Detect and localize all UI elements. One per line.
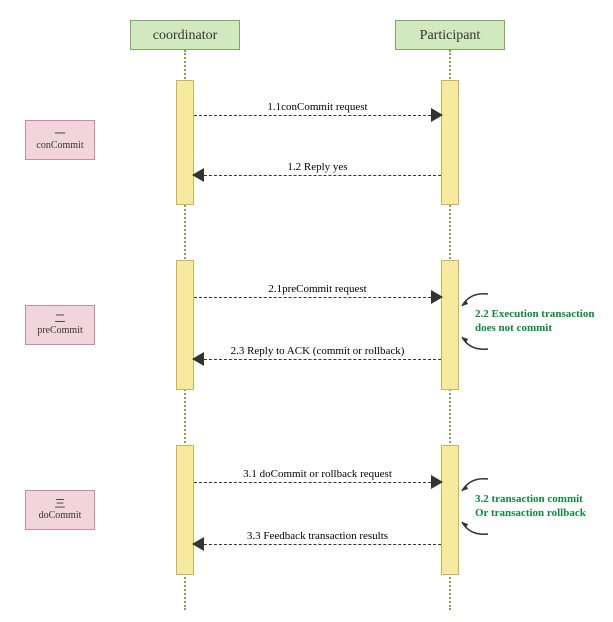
arrow-left-icon [192,168,204,182]
arrow-left-icon [192,537,204,551]
msg-label-2-1: 2.1preCommit request [264,283,370,295]
actor-participant: Participant [395,20,505,50]
msg-line [194,359,441,360]
arrow-right-icon [431,290,443,304]
activation-part-3 [441,445,459,575]
phase-box-precommit: 二 preCommit [25,305,95,345]
phase-num-2: 二 [55,313,66,325]
activation-part-2 [441,260,459,390]
msg-label-2-3: 2.3 Reply to ACK (commit or rollback) [227,345,409,357]
msg-label-1-1: 1.1conCommit request [263,101,371,113]
note-2-2-line2: does not commit [475,322,552,334]
activation-coord-1 [176,80,194,205]
arrow-left-icon [192,352,204,366]
msg-2-1: 2.1preCommit request [194,290,441,304]
phase-box-concommit: 一 conCommit [25,120,95,160]
msg-label-3-3: 3.3 Feedback transaction results [243,530,392,542]
msg-line [194,175,441,176]
phase-label-1: conCommit [36,140,83,152]
msg-line [194,115,441,116]
note-2-2-line1: 2.2 Execution transaction [475,308,594,320]
msg-1-1: 1.1conCommit request [194,108,441,122]
msg-label-1-2: 1.2 Reply yes [283,161,351,173]
msg-line [194,544,441,545]
msg-label-3-1: 3.1 doCommit or rollback request [239,468,396,480]
activation-coord-2 [176,260,194,390]
note-arrow-icon [460,290,490,308]
note-arrow-icon [460,335,490,353]
note-3-2-line1: 3.2 transaction commit [475,493,583,505]
arrow-right-icon [431,108,443,122]
note-2-2: 2.2 Execution transaction does not commi… [475,307,605,335]
activation-coord-3 [176,445,194,575]
phase-label-2: preCommit [37,325,83,337]
msg-3-3: 3.3 Feedback transaction results [194,537,441,551]
msg-1-2: 1.2 Reply yes [194,168,441,182]
note-arrow-icon [460,520,490,538]
phase-label-3: doCommit [39,510,82,522]
msg-line [194,482,441,483]
msg-3-1: 3.1 doCommit or rollback request [194,475,441,489]
phase-num-3: 三 [55,498,66,510]
arrow-right-icon [431,475,443,489]
phase-box-docommit: 三 doCommit [25,490,95,530]
note-arrow-icon [460,475,490,493]
activation-part-1 [441,80,459,205]
note-3-2-line2: Or transaction rollback [475,507,586,519]
note-3-2: 3.2 transaction commit Or transaction ro… [475,492,605,520]
phase-num-1: 一 [55,128,66,140]
msg-2-3: 2.3 Reply to ACK (commit or rollback) [194,352,441,366]
actor-coordinator: coordinator [130,20,240,50]
msg-line [194,297,441,298]
